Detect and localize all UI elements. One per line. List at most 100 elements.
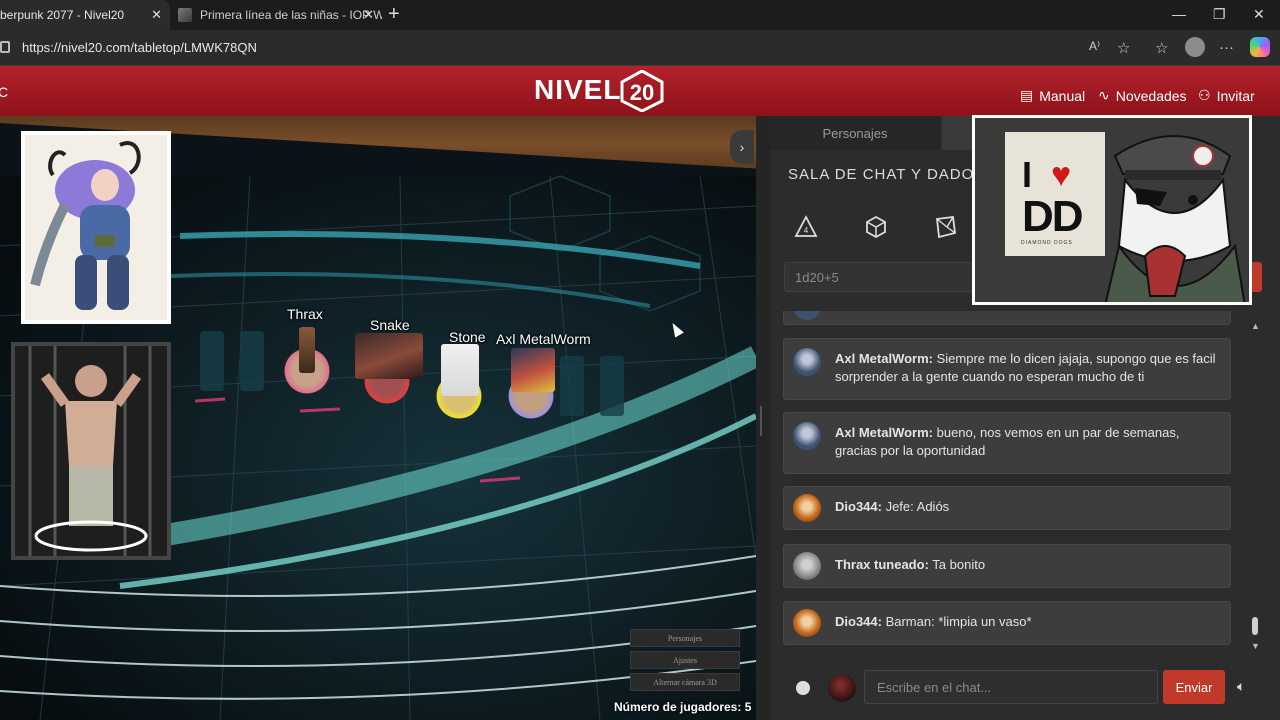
new-tab-icon[interactable]: + <box>388 3 400 26</box>
nav-manual-label: Manual <box>1039 87 1086 104</box>
svg-text:4: 4 <box>804 226 809 235</box>
tab-title: berpunk 2077 - Nivel20 <box>0 8 125 22</box>
favorite-star-icon[interactable]: ☆ <box>1117 39 1130 57</box>
lock-icon[interactable] <box>0 41 10 53</box>
minimize-icon[interactable]: — <box>1172 6 1186 22</box>
favorites-icon[interactable]: ☆ <box>1155 39 1168 57</box>
token-portrait <box>441 344 479 396</box>
chat-composer: Escribe en el chat... Enviar 🔈︎ <box>770 666 1280 720</box>
scroll-down-icon[interactable]: ▼ <box>1251 641 1260 651</box>
favicon-icon <box>178 8 192 22</box>
maximize-icon[interactable]: ❐ <box>1213 6 1226 23</box>
map-personajes-button[interactable]: Personajes <box>630 629 740 647</box>
close-tab-icon[interactable]: ✕ <box>151 7 162 23</box>
tab-personajes[interactable]: Personajes <box>770 116 940 150</box>
character-portrait[interactable] <box>21 131 171 324</box>
avatar <box>793 311 821 320</box>
message-author: Axl MetalWorm: <box>835 425 933 440</box>
avatar <box>793 348 821 376</box>
message-text: Dio344: Barman: *limpia un vaso* <box>835 613 1220 631</box>
character-portrait[interactable] <box>11 342 171 560</box>
message-text: Axl MetalWorm: bueno, nos vemos en un pa… <box>835 424 1220 460</box>
token-stone[interactable] <box>433 344 485 422</box>
players-count: Número de jugadores: 5 <box>614 700 752 714</box>
toggle-3d-camera-button[interactable]: Alternar cámara 3D <box>630 673 740 691</box>
tab-title: Primera línea de las niñas - IOP W <box>200 8 382 22</box>
nav-invitar-label: Invitar <box>1216 87 1255 104</box>
browser-tab-active[interactable]: berpunk 2077 - Nivel20 ✕ <box>0 0 170 30</box>
message-author: Axl MetalWorm: <box>835 351 933 366</box>
dice-formula-input[interactable]: 1d20+5 <box>784 262 984 292</box>
sign-dd-text: DD <box>1022 192 1084 241</box>
copilot-icon[interactable] <box>1250 37 1270 57</box>
message-author: Thrax tuneado: <box>835 557 929 572</box>
activity-icon: ∿ <box>1098 87 1110 103</box>
sign-subtitle: DIAMOND DOGS <box>1021 240 1073 246</box>
caged-man-portrait-image <box>15 346 167 556</box>
nav-novedades-label: Novedades <box>1115 87 1187 104</box>
token-figure <box>299 327 315 373</box>
chat-message: Axl MetalWorm: bueno, nos vemos en un pa… <box>783 412 1231 474</box>
token-snake[interactable] <box>355 333 423 407</box>
chat-messages: Axl MetalWorm: Siempre me lo dicen jajaj… <box>770 311 1250 651</box>
chat-scrollbar[interactable]: ▲ ▼ <box>1251 321 1260 651</box>
streamer-webcam-overlay: I ♥ DD DIAMOND DOGS <box>972 115 1252 305</box>
dragon-girl-portrait-image <box>25 135 167 320</box>
url-field[interactable]: https://nivel20.com/tabletop/LMWK78QN <box>22 40 257 55</box>
globe-icon[interactable] <box>796 681 810 695</box>
list-item <box>783 311 1231 325</box>
splitter-grip[interactable] <box>760 406 762 436</box>
window-close-icon[interactable]: ✕ <box>1253 6 1265 23</box>
message-author: Dio344: <box>835 614 882 629</box>
collapse-panel-button[interactable]: › <box>730 130 754 164</box>
logo-number: 20 <box>630 80 654 105</box>
nav-invitar[interactable]: ⚇ Invitar <box>1198 87 1255 104</box>
nav-novedades[interactable]: ∿ Novedades <box>1098 87 1187 104</box>
token-thrax[interactable] <box>281 327 333 397</box>
panel-splitter[interactable] <box>756 116 770 720</box>
message-body: Jefe: Adiós <box>881 499 950 514</box>
read-aloud-icon[interactable]: A⁾ <box>1089 39 1100 53</box>
site-logo[interactable]: NIVEL <box>534 74 621 106</box>
avatar <box>793 494 821 522</box>
token-label: Axl MetalWorm <box>496 331 591 347</box>
token-portrait <box>355 333 423 379</box>
message-author: Dio344: <box>835 499 882 514</box>
chat-message: Dio344: Barman: *limpia un vaso* <box>783 601 1231 645</box>
send-button[interactable]: Enviar <box>1163 670 1225 704</box>
chat-title: SALA DE CHAT Y DADOS <box>788 166 986 183</box>
d8-icon[interactable] <box>932 214 958 240</box>
avatar <box>793 422 821 450</box>
message-text: Dio344: Jefe: Adiós <box>835 498 1220 516</box>
message-text: Thrax tuneado: Ta bonito <box>835 556 1220 574</box>
book-icon: ▤ <box>1020 87 1034 103</box>
heart-icon: ♥ <box>1051 156 1072 194</box>
message-body: Ta bonito <box>928 557 986 572</box>
scroll-thumb[interactable] <box>1252 617 1258 635</box>
avatar <box>793 552 821 580</box>
d6-icon[interactable] <box>863 214 889 240</box>
chat-message: Axl MetalWorm: Siempre me lo dicen jajaj… <box>783 338 1231 400</box>
profile-avatar[interactable] <box>1185 37 1205 57</box>
vtuber-avatar-image <box>1105 135 1245 302</box>
browser-tab-bar: berpunk 2077 - Nivel20 ✕ Primera línea d… <box>0 0 1280 30</box>
message-text: Axl MetalWorm: Siempre me lo dicen jajaj… <box>835 350 1220 386</box>
speaker-icon[interactable]: 🔈︎ <box>1237 678 1245 695</box>
d4-icon[interactable]: 4 <box>793 214 819 240</box>
close-tab-icon[interactable]: ✕ <box>363 7 374 23</box>
d20-logo-icon: 20 <box>620 70 664 112</box>
map-ajustes-button[interactable]: Ajustes <box>630 651 740 669</box>
scroll-up-icon[interactable]: ▲ <box>1251 321 1260 331</box>
menu-icon[interactable]: C <box>0 84 8 100</box>
tab-chat[interactable] <box>942 116 972 150</box>
i-love-dd-sign: I ♥ DD DIAMOND DOGS <box>1005 132 1105 256</box>
browser-tab[interactable]: Primera línea de las niñas - IOP W ✕ <box>172 0 382 30</box>
chat-message: Dio344: Jefe: Adiós <box>783 486 1231 530</box>
address-bar: https://nivel20.com/tabletop/LMWK78QN A⁾… <box>0 30 1280 66</box>
token-axl[interactable] <box>505 348 557 422</box>
message-body: Barman: *limpia un vaso* <box>881 614 1032 629</box>
more-options-icon[interactable]: ··· <box>1219 39 1234 56</box>
chat-input[interactable]: Escribe en el chat... <box>864 670 1158 704</box>
nav-manual[interactable]: ▤ Manual <box>1020 87 1085 104</box>
avatar <box>828 674 856 702</box>
